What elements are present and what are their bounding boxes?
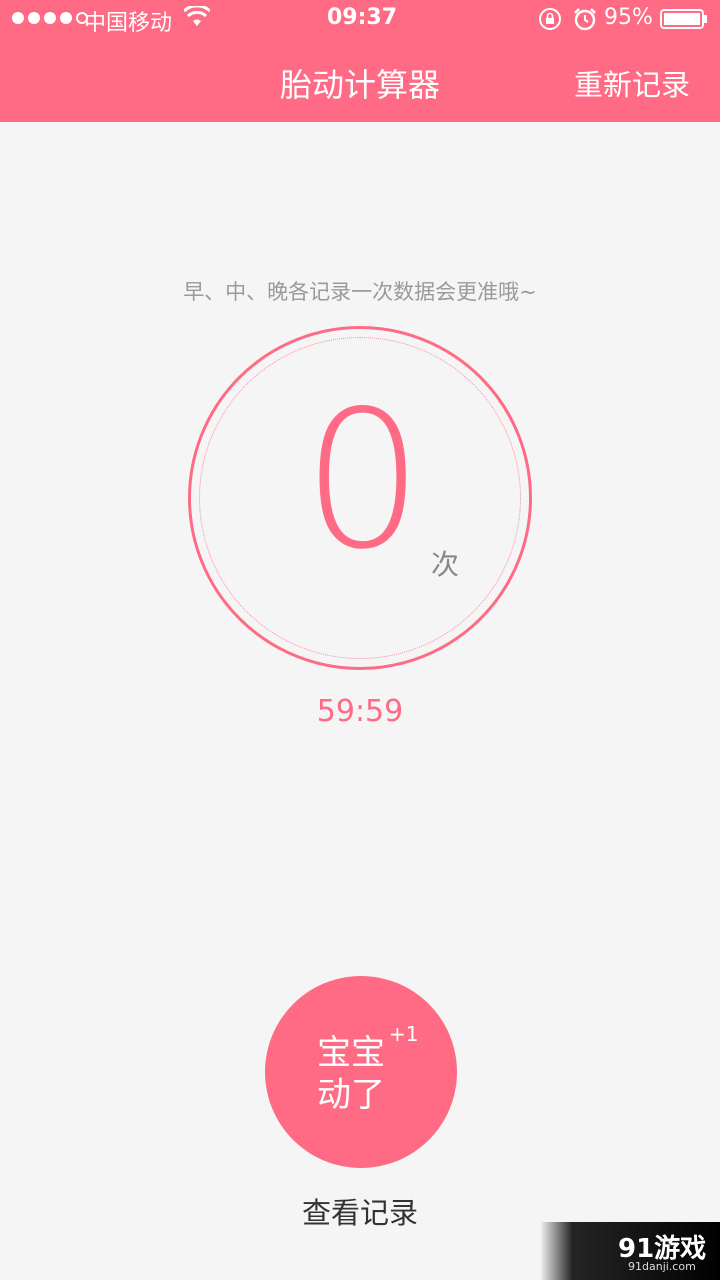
countdown-timer: 59:59 xyxy=(316,694,404,729)
battery-percentage: 95% xyxy=(604,5,653,30)
watermark-logo: 91游戏 91danji.com xyxy=(540,1222,720,1280)
count-value: 0 xyxy=(302,370,424,591)
battery-icon xyxy=(660,9,707,29)
hint-text: 早、中、晚各记录一次数据会更准哦~ xyxy=(183,280,537,304)
alarm-icon xyxy=(574,8,596,31)
wifi-icon xyxy=(184,6,210,26)
rotation-lock-icon xyxy=(539,8,561,30)
app-screen: 中国移动 09:37 95% 胎动计算器 重新记录 早、中、晚各记录一次数据会更… xyxy=(0,0,720,1280)
status-time: 09:37 xyxy=(327,5,398,30)
header-bar: 中国移动 09:37 95% 胎动计算器 重新记录 xyxy=(0,0,720,122)
baby-moved-button[interactable]: 宝宝 动了 +1 xyxy=(265,976,457,1168)
reset-record-button[interactable]: 重新记录 xyxy=(574,62,690,104)
counter-display: 0 次 xyxy=(188,326,532,670)
signal-strength-icon xyxy=(12,12,88,24)
baby-moved-label-line2: 动了 xyxy=(317,1075,385,1115)
status-bar: 中国移动 09:37 95% xyxy=(0,0,720,38)
count-unit: 次 xyxy=(431,548,460,581)
increment-badge: +1 xyxy=(389,1022,419,1046)
watermark-subtext: 91danji.com xyxy=(628,1260,696,1273)
carrier-name: 中国移动 xyxy=(84,11,173,36)
